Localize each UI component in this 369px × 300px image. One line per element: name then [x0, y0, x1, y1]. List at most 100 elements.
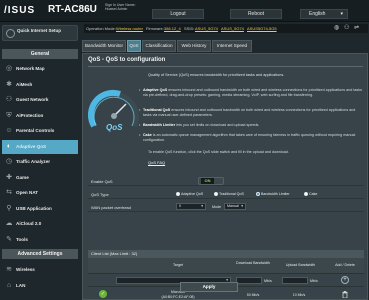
radio-circle [176, 192, 180, 197]
sidebar-item-traffic-analyzer[interactable]: ◷ Traffic Analyzer [2, 155, 78, 169]
ssid-label: SSID: [184, 26, 195, 31]
sidebar-item-label: AiCloud 2.0 [16, 221, 42, 226]
sidebar-item-label: Adaptive QoS [16, 143, 47, 149]
firmware-link[interactable]: 386.12_4 [164, 24, 181, 33]
mode-value: Manual [227, 204, 239, 208]
open-nat-icon: ⇆ [6, 189, 12, 196]
bullet-adaptive-text: ensures inbound and outbound bandwidth o… [143, 88, 362, 97]
wan-overhead-value: 0 [179, 204, 181, 208]
mode-select[interactable]: Manual ▾ [224, 203, 246, 210]
radio-circle-selected [256, 192, 260, 197]
tab-bandwidth-monitor[interactable]: Bandwidth Monitor [82, 40, 126, 52]
radio-traditional-qos[interactable]: Traditional QoS [214, 192, 244, 197]
speedo-label: QoS [106, 123, 123, 132]
sidebar-item-guest-network[interactable]: ⚇ Guest Network [2, 93, 78, 107]
radio-adaptive-label: Adaptive QoS [181, 192, 204, 196]
sidebar-item-label: Wireless [16, 267, 35, 272]
tab-classification[interactable]: Classification [142, 40, 176, 52]
tab-qos[interactable]: QoS [127, 40, 141, 52]
sidebar-item-open-nat[interactable]: ⇆ Open NAT [2, 186, 78, 200]
enable-qos-label: Enable QoS [91, 179, 113, 184]
apply-button[interactable]: Apply [180, 282, 238, 292]
delete-icon[interactable] [342, 291, 348, 298]
radio-adaptive-qos[interactable]: Adaptive QoS [176, 192, 204, 197]
radio-cake[interactable]: Cake [304, 192, 317, 197]
sidebar-item-label: AiMesh [16, 81, 33, 87]
op-mode-link[interactable]: Wireless router [116, 24, 143, 33]
lan-icon: ⌂ [6, 281, 12, 289]
enable-qos-row: Enable QoS ON [88, 176, 364, 186]
client-download: 50 Mb/s [246, 293, 260, 297]
user-icon[interactable]: ⚇ [344, 25, 349, 32]
sidebar-item-aiprotection[interactable]: ⛨ AiProtection [2, 109, 78, 123]
sidebar-item-label: Network Map [16, 66, 45, 71]
sidebar-item-lan[interactable]: ⌂ LAN [2, 279, 78, 293]
firmware-label: Firmware: [146, 26, 164, 31]
sidebar-item-aicloud-2-0[interactable]: ☁ AiCloud 2.0 [2, 217, 78, 231]
sidebar-item-label: LAN [16, 282, 26, 288]
bullet-traditional-name: Traditional QoS [143, 108, 171, 112]
client-mac: (A0:B0:FC:E2:AF:08) [161, 295, 195, 299]
client-list-header: Target Download Bandwidth Upload Bandwid… [88, 258, 364, 274]
operation-mode-bar: Operation Mode: Wireless router Firmware… [84, 24, 368, 33]
sidebar-item-label: USB Application [16, 205, 52, 211]
wan-overhead-label: WAN packet overhead [91, 205, 131, 210]
upload-input[interactable] [282, 277, 308, 284]
ssid-link-3[interactable]: ASUS5G74-5G5 [247, 24, 277, 33]
reboot-button[interactable]: Reboot [230, 9, 282, 19]
sidebar-item-aimesh[interactable]: ✱ AiMesh [2, 78, 78, 92]
usb-icon[interactable]: ⇌ [354, 25, 359, 32]
download-unit: Mb/s [264, 279, 272, 283]
bullet-limiter-name: Bandwidth Limiter [143, 123, 176, 127]
bullet-traditional: • Traditional QoS ensures inbound and out… [139, 108, 356, 117]
aimesh-icon: ✱ [6, 80, 12, 88]
globe-icon[interactable]: ◍ [334, 25, 339, 32]
sidebar-item-game[interactable]: ✚ Game [2, 171, 78, 185]
header-action: Add / Delete [335, 263, 355, 267]
qos-faq-link[interactable]: QoS FAQ [148, 160, 165, 165]
sidebar-item-label: Traffic Analyzer [16, 159, 51, 164]
qos-panel: QoS - QoS to configuration QoS Quality o… [82, 53, 368, 300]
download-input[interactable] [236, 277, 262, 284]
add-icon[interactable]: + [341, 276, 349, 284]
qos-speedometer-icon: QoS [87, 89, 139, 132]
language-value: English [309, 11, 326, 17]
sidebar-item-usb-application[interactable]: ⚲ USB Application [2, 202, 78, 216]
router-admin-page: /ISUS RT-AC86U Sign In User Name: Huawei… [0, 0, 369, 300]
language-select[interactable]: English ▾ [300, 9, 348, 19]
ssid-link-2[interactable]: ASUS_5G74 [221, 24, 244, 33]
sidebar-item-parental-controls[interactable]: ☺ Parental Controls [2, 124, 78, 138]
header-upload: Upload Bandwidth [285, 263, 316, 267]
tab-internet-speed[interactable]: Internet Speed [212, 40, 252, 52]
wan-overhead-select[interactable]: 0 ▾ [176, 203, 206, 210]
chevron-down-icon: ▾ [241, 204, 243, 208]
bullet-limiter: • Bandwidth Limiter lets you set limits o… [139, 123, 260, 127]
wan-overhead-row: WAN packet overhead 0 ▾ Mode Manual ▾ [88, 202, 364, 212]
quick-internet-setup-button[interactable]: Quick Internet Setup [2, 25, 78, 41]
brand-logo: /ISUS [4, 5, 36, 16]
sidebar-item-label: Open NAT [16, 190, 39, 195]
sidebar-item-wireless[interactable]: ≋ Wireless [2, 263, 78, 277]
qis-label: Quick Internet Setup [17, 28, 62, 33]
qos-type-row: QoS Type Adaptive QoS Traditional QoS Ba… [88, 189, 364, 199]
op-mode-label: Operation Mode: [86, 26, 116, 31]
router-model: RT-AC86U [48, 4, 97, 15]
sidebar-item-label: AiProtection [16, 112, 44, 118]
radio-bandwidth-limiter[interactable]: Bandwidth Limiter [256, 192, 290, 197]
tab-bar: Bandwidth Monitor QoS Classification Web… [82, 40, 368, 52]
traffic-analyzer-icon: ◷ [5, 158, 13, 165]
tab-web-history[interactable]: Web History [177, 40, 211, 52]
sidebar-item-adaptive-qos[interactable]: ◐ Adaptive QoS [2, 139, 78, 154]
parental-controls-icon: ☺ [5, 127, 13, 134]
sidebar-item-tools[interactable]: ✎ Tools [2, 233, 78, 247]
guest-network-icon: ⚇ [5, 96, 13, 103]
ssid-link[interactable]: ASUS_5G74 [195, 24, 218, 33]
sidebar-item-network-map[interactable]: ◎ Network Map [2, 62, 78, 76]
sidebar: Quick Internet Setup General ◎ Network Ma… [0, 22, 80, 300]
enable-qos-toggle[interactable]: ON [198, 177, 224, 185]
logout-button[interactable]: Logout [152, 9, 204, 19]
mode-label: Mode [212, 205, 221, 209]
setup-icon [6, 29, 15, 38]
tools-icon: ✎ [6, 235, 12, 243]
sidebar-item-label: Tools [16, 236, 28, 242]
